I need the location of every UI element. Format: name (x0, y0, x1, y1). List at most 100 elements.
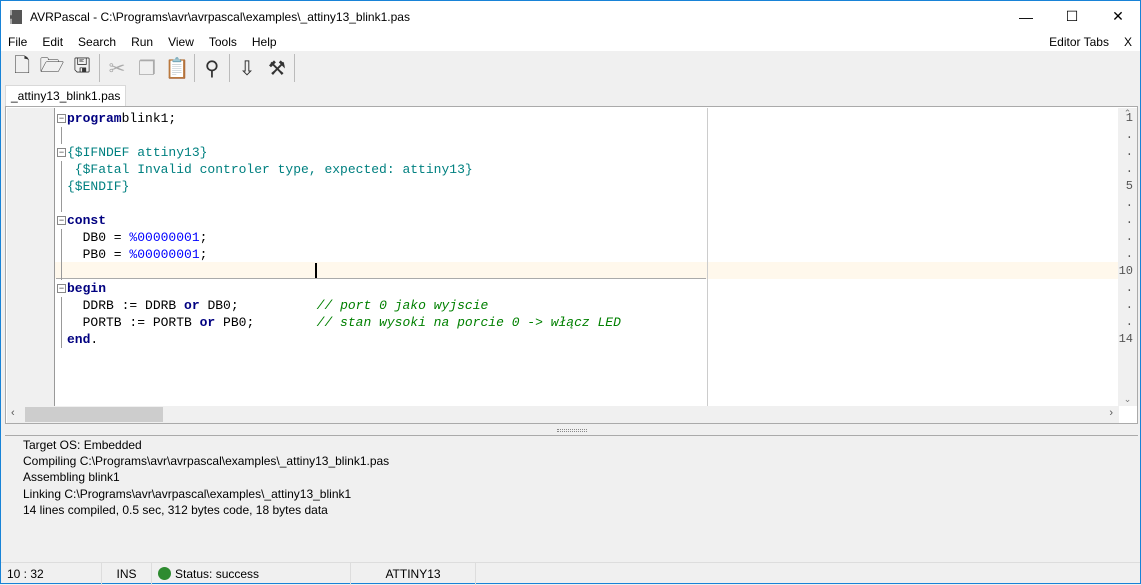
save-icon[interactable]: 🖫 (67, 53, 97, 83)
fold-line (61, 229, 62, 246)
line-number: . (1125, 247, 1133, 261)
line-number: . (1125, 230, 1133, 244)
open-folder-icon[interactable]: 🗁 (37, 53, 67, 83)
code-token: const (67, 213, 107, 228)
code-token: PB0; (215, 315, 317, 330)
title-bar: AVRPascal - C:\Programs\avr\avrpascal\ex… (1, 1, 1140, 32)
code-token: begin (67, 281, 107, 296)
toolbar-separator (229, 54, 230, 82)
menu-tools[interactable]: Tools (202, 35, 245, 49)
line-number: . (1125, 281, 1133, 295)
paste-icon[interactable]: 📋 (162, 53, 192, 83)
code-line[interactable]: const (67, 212, 106, 229)
upload-chip-icon[interactable]: ⇩ (232, 53, 262, 83)
code-token: DB0; (199, 298, 317, 313)
fold-line (61, 246, 62, 263)
line-number: 14 (1118, 332, 1133, 346)
current-line-highlight (55, 262, 1118, 279)
code-line[interactable]: end. (67, 331, 98, 348)
tab-attiny13-blink1[interactable]: _attiny13_blink1.pas (5, 85, 127, 106)
fold-line (61, 178, 62, 195)
output-line: Assembling blink1 (23, 470, 120, 485)
menu-bar: File Edit Search Run View Tools Help Edi… (1, 32, 1140, 51)
menu-run[interactable]: Run (124, 35, 161, 49)
editor-tabs-menu[interactable]: Editor Tabs (1042, 35, 1117, 49)
code-line[interactable]: DDRB := DDRB or DB0; // port 0 jako wyjs… (67, 297, 489, 314)
menu-search[interactable]: Search (71, 35, 124, 49)
fold-toggle-icon[interactable]: − (57, 148, 66, 157)
code-token: {$IFNDEF attiny13} (67, 145, 208, 160)
code-editor[interactable]: ⌃ ⌄ ‹ › 1− programblink1;.. − {$IFNDEF atti… (5, 106, 1138, 424)
code-token: {$ENDIF} (67, 179, 130, 194)
code-line[interactable]: {$Fatal Invalid controler type, expected… (67, 161, 473, 178)
line-number: 5 (1125, 179, 1133, 193)
line-number: . (1125, 196, 1133, 210)
fold-line (61, 161, 62, 178)
build-status: Status: success (175, 566, 260, 581)
fold-toggle-icon[interactable]: − (57, 284, 66, 293)
code-token: blink1; (121, 111, 177, 126)
minimize-button[interactable]: — (1003, 1, 1049, 32)
menu-help[interactable]: Help (245, 35, 285, 49)
fold-line (61, 195, 62, 212)
output-panel: Target OS: Embedded Compiling C:\Program… (5, 435, 1138, 560)
new-file-icon[interactable]: 🗋 (7, 53, 37, 83)
search-icon[interactable]: ⚲ (197, 53, 227, 83)
code-line[interactable]: programblink1; (67, 110, 176, 127)
code-token: ; (199, 247, 208, 262)
text-cursor (315, 263, 317, 278)
copy-icon[interactable]: ❐ (132, 53, 162, 83)
code-token: . (90, 332, 99, 347)
line-number: . (1125, 128, 1133, 142)
tools-icon[interactable]: ⚒ (262, 53, 292, 83)
cut-icon[interactable]: ✂ (102, 53, 132, 83)
fold-toggle-icon[interactable]: − (57, 114, 66, 123)
scroll-thumb[interactable] (25, 407, 163, 422)
code-line[interactable]: DB0 = %00000001; (67, 229, 208, 246)
code-line[interactable]: begin (67, 280, 106, 297)
output-line: Compiling C:\Programs\avr\avrpascal\exam… (23, 454, 390, 469)
toolbar-separator (294, 54, 295, 82)
code-token: ; (199, 230, 208, 245)
insert-mode: INS (102, 562, 152, 585)
device-name: ATTINY13 (351, 562, 476, 585)
code-token: end (67, 332, 91, 347)
status-indicator-icon (158, 567, 171, 580)
fold-line (61, 263, 62, 280)
line-number: . (1125, 162, 1133, 176)
toolbar-separator (194, 54, 195, 82)
close-button[interactable]: ✕ (1095, 1, 1141, 32)
code-token: // stan wysoki na porcie 0 -> włącz LED (316, 315, 621, 330)
line-number: . (1125, 315, 1133, 329)
menu-view[interactable]: View (161, 35, 202, 49)
code-token: %00000001 (129, 230, 200, 245)
code-line[interactable]: {$ENDIF} (67, 178, 129, 195)
line-number: . (1125, 213, 1133, 227)
code-line[interactable]: PB0 = %00000001; (67, 246, 208, 263)
line-number: 10 (1118, 264, 1133, 278)
toolbar: 🗋 🗁 🖫 ✂ ❐ 📋 ⚲ ⇩ ⚒ (1, 51, 1140, 85)
menu-file[interactable]: File (1, 35, 35, 49)
maximize-button[interactable]: ☐ (1049, 1, 1095, 32)
menu-edit[interactable]: Edit (35, 35, 71, 49)
app-icon (10, 9, 22, 24)
code-token: program (67, 111, 122, 126)
toolbar-separator (99, 54, 100, 82)
fold-divider (56, 278, 706, 279)
close-tab-x[interactable]: X (1117, 35, 1140, 49)
fold-line (61, 314, 62, 331)
code-line[interactable]: PORTB := PORTB or PB0; // stan wysoki na… (67, 314, 621, 331)
line-number-gutter (7, 108, 55, 407)
splitter-handle[interactable] (557, 429, 587, 432)
code-token: PORTB := PORTB (67, 315, 200, 330)
fold-toggle-icon[interactable]: − (57, 216, 66, 225)
code-token: or (184, 298, 200, 313)
code-token: DDRB := DDRB (67, 298, 185, 313)
fold-line (61, 331, 62, 348)
line-number: 1 (1125, 111, 1133, 125)
code-line[interactable]: {$IFNDEF attiny13} (67, 144, 207, 161)
window-title: AVRPascal - C:\Programs\avr\avrpascal\ex… (30, 9, 410, 24)
status-bar: 10 : 32 INS Status: success ATTINY13 (1, 562, 1140, 585)
output-line: Target OS: Embedded (23, 438, 142, 452)
horizontal-scrollbar[interactable]: ‹ › (7, 406, 1119, 423)
